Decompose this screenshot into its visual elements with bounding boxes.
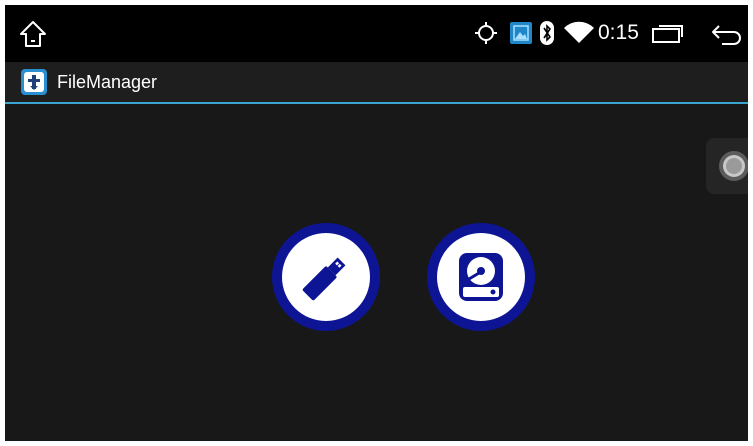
recents-icon (652, 25, 683, 43)
status-time: 0:15 (598, 21, 639, 44)
file-manager-icon (21, 69, 47, 95)
gps-icon (475, 22, 497, 44)
hard-disk-storage-button[interactable] (427, 223, 535, 331)
app-title: FileManager (57, 72, 158, 92)
usb-storage-button[interactable] (272, 223, 380, 331)
hard-disk-icon (459, 253, 503, 301)
wifi-icon (564, 21, 594, 43)
recents-button[interactable] (651, 23, 685, 45)
back-icon (712, 25, 741, 45)
image-icon (510, 22, 532, 44)
home-icon (20, 21, 46, 47)
floating-button[interactable] (706, 138, 748, 194)
hard-disk-storage-face (437, 233, 525, 321)
back-button[interactable] (710, 21, 744, 47)
usb-drive-icon (302, 257, 346, 301)
bluetooth-icon (540, 21, 554, 45)
usb-storage-face (282, 233, 370, 321)
status-bar: 0:15 (5, 5, 748, 62)
circle-icon (719, 151, 748, 181)
home-button[interactable] (18, 19, 48, 49)
screen: 0:15 FileManager (5, 5, 748, 441)
app-title-bar: FileManager (5, 62, 748, 104)
